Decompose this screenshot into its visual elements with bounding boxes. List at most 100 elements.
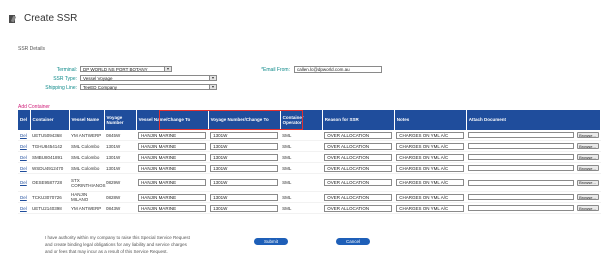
chevron-down-icon: ▼	[209, 76, 216, 80]
reason-input[interactable]: OVER ALLOCATION	[324, 142, 393, 150]
file-path-field[interactable]	[468, 143, 574, 149]
file-path-field[interactable]	[468, 132, 574, 138]
table-row: Del TGHU8454142 SML Colombo 1301W HANJIN MAR…	[18, 140, 601, 152]
voyage-change-input[interactable]: 1301W	[210, 131, 279, 139]
vessel-change-input[interactable]: HANJIN MARINE	[138, 179, 207, 186]
authorization-line: and create binding legal obligations for…	[45, 242, 187, 247]
container-cell: TCKU3070726	[30, 191, 70, 203]
voyage-change-input[interactable]: 1301W	[210, 179, 279, 186]
container-cell: UETU5094368	[30, 130, 70, 141]
voyage-cell: 0845W	[104, 130, 137, 141]
browse-button[interactable]: Browse...	[576, 143, 599, 149]
browse-button[interactable]: Browse...	[576, 132, 599, 138]
voyage-change-input[interactable]: 1301W	[210, 153, 279, 161]
delete-link[interactable]: Del	[20, 155, 27, 160]
notes-input[interactable]: CHARGES ON YML A/C	[396, 193, 465, 201]
section-title: SSR Details	[18, 46, 45, 52]
attach-document: Browse...	[468, 154, 599, 160]
table-row: Del UETU2140398 YM ANTWERP 0843W HANJIN MARI…	[18, 202, 601, 214]
table-row: Del OESE9587728 STX CORINTHIANOS 0829W HANJI…	[18, 173, 601, 192]
vessel-cell: STX CORINTHIANOS	[69, 173, 106, 192]
file-path-field[interactable]	[468, 194, 574, 200]
email-label: *Email From:	[261, 67, 290, 73]
authorization-line: and or fees that may incur as a result o…	[45, 249, 168, 254]
reason-input[interactable]: OVER ALLOCATION	[324, 204, 393, 212]
file-path-field[interactable]	[468, 154, 574, 160]
notes-input[interactable]: CHARGES ON YML A/C	[396, 153, 465, 161]
notes-input[interactable]: CHARGES ON YML A/C	[396, 204, 465, 212]
vessel-change-input[interactable]: HANJIN MARINE	[138, 142, 207, 150]
delete-link[interactable]: Del	[20, 166, 27, 171]
voyage-change-input[interactable]: 1301W	[210, 193, 279, 201]
attach-document: Browse...	[468, 132, 599, 138]
table-row: Del WSDU4912470 SML Colombo 1301W HANJIN MAR…	[18, 162, 601, 174]
vessel-cell: SML Colombo	[69, 140, 105, 152]
reason-input[interactable]: OVER ALLOCATION	[324, 193, 393, 201]
voyage-cell: 0843W	[104, 202, 137, 214]
notes-input[interactable]: CHARGES ON YML A/C	[396, 131, 465, 139]
vessel-cell: YM ANTWERP	[69, 130, 105, 141]
shipping-line-select[interactable]: TeeED Company ▼	[80, 84, 217, 90]
vessel-cell: SML Colombo	[69, 162, 105, 174]
reason-input[interactable]: OVER ALLOCATION	[324, 179, 393, 186]
reason-input[interactable]: OVER ALLOCATION	[324, 164, 393, 172]
notes-input[interactable]: CHARGES ON YML A/C	[396, 142, 465, 150]
operator-cell: SML	[280, 173, 323, 192]
column-header: Voyage Number/Change To	[208, 110, 281, 130]
browse-button[interactable]: Browse...	[576, 194, 599, 200]
voyage-cell: 1301W	[104, 140, 137, 152]
container-cell: WSDU4912470	[30, 162, 70, 174]
file-path-field[interactable]	[468, 165, 574, 171]
voyage-change-input[interactable]: 1301W	[210, 204, 279, 212]
browse-button[interactable]: Browse...	[576, 205, 599, 211]
browse-button[interactable]: Browse...	[576, 179, 599, 186]
table-row: Del UETU5094368 YM ANTWERP 0845W HANJIN MARI…	[18, 130, 601, 141]
notes-input[interactable]: CHARGES ON YML A/C	[396, 164, 465, 172]
chevron-down-icon: ▼	[209, 85, 216, 89]
operator-cell: SML	[280, 151, 323, 163]
vessel-change-input[interactable]: HANJIN MARINE	[138, 193, 207, 201]
delete-link[interactable]: Del	[20, 206, 27, 211]
delete-link[interactable]: Del	[20, 195, 27, 200]
voyage-change-input[interactable]: 1301W	[210, 164, 279, 172]
attach-document: Browse...	[468, 143, 599, 149]
shipping-line-label: Shipping Line:	[45, 85, 77, 91]
attach-document: Browse...	[468, 179, 599, 186]
ssr-type-select[interactable]: Vessel Voyage ▼	[80, 75, 217, 81]
terminal-label: Terminal:	[56, 67, 77, 73]
file-path-field[interactable]	[468, 205, 574, 211]
delete-link[interactable]: Del	[20, 144, 27, 149]
vessel-change-input[interactable]: HANJIN MARINE	[138, 153, 207, 161]
notes-input[interactable]: CHARGES ON YML A/C	[396, 179, 465, 186]
voyage-cell: 1301W	[104, 151, 137, 163]
container-cell: OESE9587728	[30, 173, 70, 192]
column-header: Vessel Name	[69, 110, 105, 130]
table-header-row: Del Container Vessel Name Voyage Number …	[18, 110, 602, 130]
operator-cell: SML	[280, 202, 323, 214]
container-cell: TGHU8454142	[30, 140, 70, 152]
column-header: Reason for SSR	[322, 110, 395, 130]
submit-button[interactable]: Submit	[254, 238, 289, 245]
authorization-line: I have authority within my company to ra…	[45, 235, 190, 240]
browse-button[interactable]: Browse...	[576, 165, 599, 171]
operator-cell: SML	[280, 162, 323, 174]
terminal-select[interactable]: DP WORLD NS PORT BOTANY ▼	[80, 66, 172, 72]
vessel-change-input[interactable]: HANJIN MARINE	[138, 164, 207, 172]
vessel-change-input[interactable]: HANJIN MARINE	[138, 131, 207, 139]
delete-link[interactable]: Del	[20, 180, 27, 185]
column-header: Attach Document	[466, 110, 602, 130]
cancel-button[interactable]: Cancel	[336, 238, 371, 245]
operator-cell: SML	[280, 130, 323, 141]
operator-cell: SML	[280, 140, 323, 152]
voyage-change-input[interactable]: 1301W	[210, 142, 279, 150]
file-path-field[interactable]	[468, 179, 574, 186]
vessel-change-input[interactable]: HANJIN MARINE	[138, 204, 207, 212]
reason-input[interactable]: OVER ALLOCATION	[324, 153, 393, 161]
column-header: Vessel Name/Change To	[136, 110, 209, 130]
reason-input[interactable]: OVER ALLOCATION	[324, 131, 393, 139]
column-header: Del	[18, 110, 31, 130]
email-field[interactable]: callen.lc@dpworld.com.au	[294, 66, 382, 73]
page-header: Create SSR	[8, 13, 77, 24]
browse-button[interactable]: Browse...	[576, 154, 599, 160]
delete-link[interactable]: Del	[20, 133, 27, 138]
